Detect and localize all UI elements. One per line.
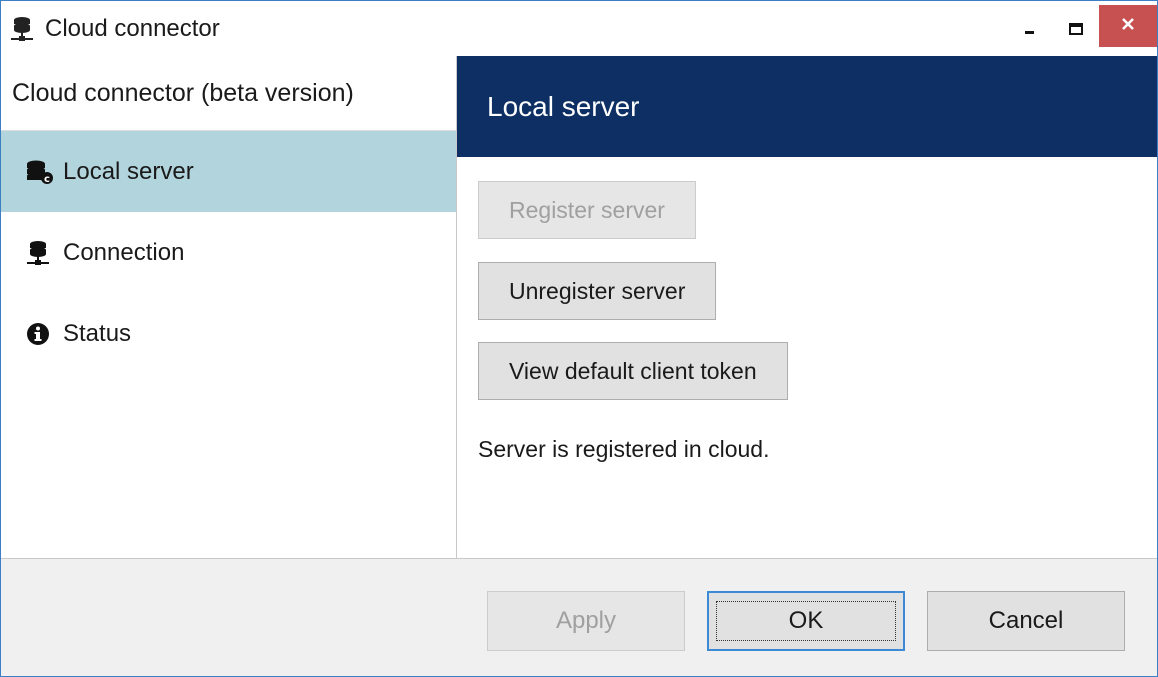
window-title: Cloud connector xyxy=(45,14,220,42)
ok-button[interactable]: OK xyxy=(707,591,905,651)
connection-icon xyxy=(23,238,53,268)
sidebar-header: Cloud connector (beta version) xyxy=(1,56,456,131)
footer: Apply OK Cancel xyxy=(1,558,1157,676)
svg-text:c: c xyxy=(44,174,50,185)
apply-button[interactable]: Apply xyxy=(487,591,685,651)
sidebar-item-label: Local server xyxy=(63,157,194,185)
server-connector-icon xyxy=(9,14,37,44)
close-button[interactable] xyxy=(1099,5,1157,47)
minimize-button[interactable] xyxy=(1007,11,1053,51)
view-default-client-token-button[interactable]: View default client token xyxy=(478,342,788,400)
title-bar: Cloud connector xyxy=(1,1,1157,56)
ok-button-label: OK xyxy=(716,601,896,641)
maximize-icon xyxy=(1068,22,1084,41)
sidebar-item-label: Connection xyxy=(63,238,185,266)
minimize-icon xyxy=(1023,22,1037,41)
cancel-button[interactable]: Cancel xyxy=(927,591,1125,651)
maximize-button[interactable] xyxy=(1053,11,1099,51)
cloud-connector-window: Cloud connector Cloud connector (beta ve… xyxy=(0,0,1158,677)
sidebar-item-local-server[interactable]: c Local server xyxy=(1,131,456,212)
main-panel: Local server Register server Unregister … xyxy=(457,56,1157,558)
info-icon xyxy=(23,319,53,349)
page-title: Local server xyxy=(457,56,1157,157)
status-message: Server is registered in cloud. xyxy=(478,436,770,462)
sidebar: Cloud connector (beta version) c Local s… xyxy=(1,56,457,558)
register-server-button[interactable]: Register server xyxy=(478,181,696,239)
sidebar-item-connection[interactable]: Connection xyxy=(1,212,456,293)
sidebar-item-status[interactable]: Status xyxy=(1,293,456,374)
close-icon xyxy=(1120,16,1136,37)
sidebar-item-label: Status xyxy=(63,319,132,347)
unregister-server-button[interactable]: Unregister server xyxy=(478,262,717,320)
local-server-icon: c xyxy=(23,157,53,187)
